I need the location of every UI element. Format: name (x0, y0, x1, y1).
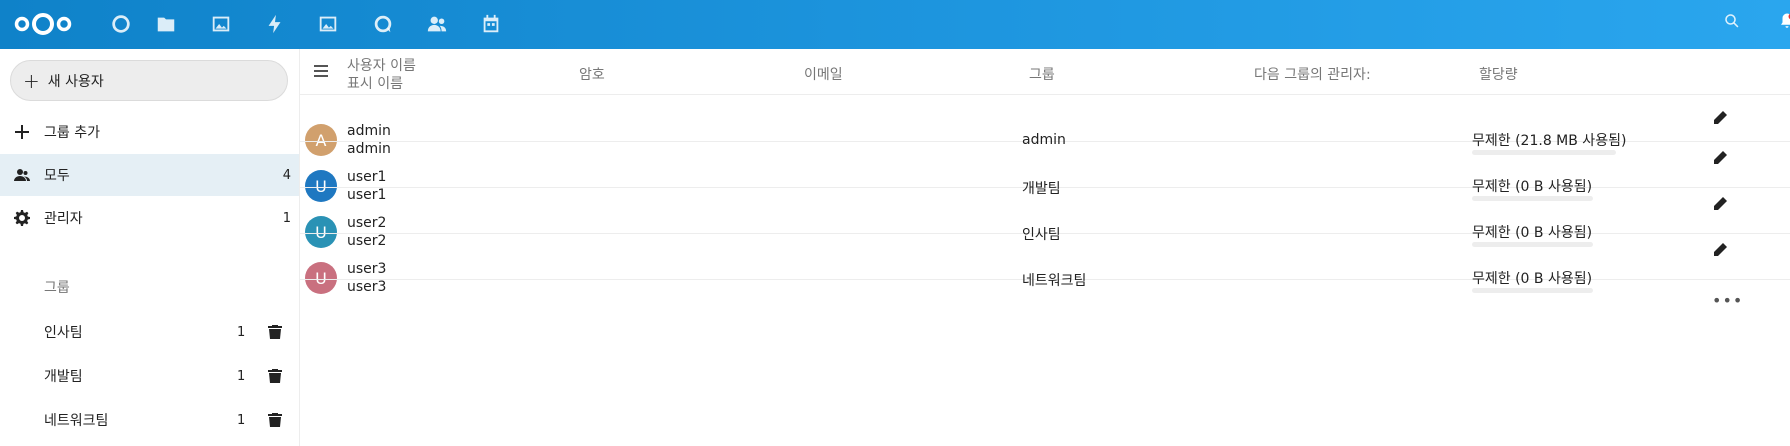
user-group: 인사팀 (1022, 227, 1061, 243)
sidebar-item-label: 모두 (44, 168, 70, 184)
calendar-icon[interactable] (479, 12, 503, 36)
add-group-item[interactable]: 그룹 추가 (0, 111, 299, 153)
top-header (0, 0, 1790, 49)
notifications-icon[interactable] (1778, 12, 1790, 36)
username: user1 (347, 169, 387, 185)
group-label: 인사팀 (44, 325, 83, 341)
avatar: U (305, 262, 337, 294)
users-table: 사용자 이름 표시 이름 암호 이메일 그룹 다음 그룹의 관리자: 할당량 A… (300, 49, 1790, 446)
quota-bar (1472, 288, 1593, 293)
search-icon[interactable] (1723, 12, 1747, 36)
username: user3 (347, 261, 387, 277)
user-count: 4 (282, 167, 291, 183)
groups-caption: 그룹 (44, 280, 70, 296)
trash-icon[interactable] (268, 325, 282, 339)
user-group: 개발팀 (1022, 181, 1061, 197)
group-count: 1 (237, 324, 246, 340)
dashboard-icon[interactable] (109, 12, 133, 36)
edit-icon[interactable] (1712, 196, 1728, 212)
trash-icon[interactable] (268, 413, 282, 427)
col-username: 사용자 이름 (347, 58, 416, 74)
displayname: user3 (347, 279, 387, 295)
users-icon (14, 167, 30, 183)
sidebar-item-group[interactable]: 인사팀 1 (0, 311, 299, 353)
group-count: 1 (237, 412, 246, 428)
avatar: A (305, 124, 337, 156)
quota-bar (1472, 242, 1593, 247)
avatar: U (305, 170, 337, 202)
user-group: admin (1022, 132, 1066, 148)
sidebar-item-label: 관리자 (44, 211, 83, 227)
more-options-icon[interactable]: ••• (1712, 293, 1743, 309)
files-icon[interactable] (154, 12, 178, 36)
group-count: 1 (237, 368, 246, 384)
table-header: 사용자 이름 표시 이름 암호 이메일 그룹 다음 그룹의 관리자: 할당량 (300, 49, 1790, 95)
activity-icon[interactable] (263, 12, 287, 36)
sidebar: + 새 사용자 그룹 추가 모두 4 관리자 1 그룹 인사팀 1 개발팀 1 (0, 49, 300, 446)
quota-text: 무제한 (0 B 사용됨) (1472, 179, 1593, 195)
edit-icon[interactable] (1712, 242, 1728, 258)
nextcloud-logo-icon[interactable] (12, 11, 74, 37)
quota-bar (1472, 196, 1593, 201)
displayname: user2 (347, 233, 387, 249)
new-user-label: 새 사용자 (47, 73, 104, 90)
sidebar-item-everyone[interactable]: 모두 4 (0, 154, 299, 196)
menu-icon[interactable] (314, 65, 328, 77)
table-row: U user2 user2 인사팀 무제한 (0 B 사용됨) (300, 215, 1790, 262)
quota-text: 무제한 (0 B 사용됨) (1472, 271, 1593, 287)
gallery-icon[interactable] (316, 12, 340, 36)
sidebar-item-admins[interactable]: 관리자 1 (0, 197, 299, 239)
username: user2 (347, 215, 387, 231)
table-row: U user3 user3 네트워크팀 무제한 (0 B 사용됨) (300, 261, 1790, 308)
group-label: 개발팀 (44, 369, 83, 385)
quota-bar (1472, 150, 1616, 155)
new-user-button[interactable]: + 새 사용자 (10, 60, 288, 101)
displayname: user1 (347, 187, 387, 203)
add-group-label: 그룹 추가 (44, 125, 100, 141)
displayname: admin (347, 141, 391, 157)
edit-icon[interactable] (1712, 150, 1728, 166)
col-displayname: 표시 이름 (347, 76, 403, 92)
talk-icon[interactable] (371, 12, 395, 36)
group-label: 네트워크팀 (44, 413, 109, 429)
admin-gear-icon (14, 210, 30, 226)
col-groups: 그룹 (1029, 67, 1055, 83)
table-row: A admin admin admin 무제한 (21.8 MB 사용됨) (300, 123, 1790, 170)
contacts-icon[interactable] (425, 12, 449, 36)
quota-text: 무제한 (0 B 사용됨) (1472, 225, 1593, 241)
col-subadmin: 다음 그룹의 관리자: (1254, 67, 1371, 83)
col-password: 암호 (579, 67, 605, 83)
username: admin (347, 123, 391, 139)
col-email: 이메일 (804, 67, 843, 83)
avatar: U (305, 216, 337, 248)
photos-icon[interactable] (209, 12, 233, 36)
plus-icon (14, 124, 30, 140)
admin-count: 1 (282, 210, 291, 226)
quota-text: 무제한 (21.8 MB 사용됨) (1472, 133, 1627, 149)
plus-icon: + (23, 68, 40, 93)
col-quota: 할당량 (1479, 67, 1518, 83)
table-row: U user1 user1 개발팀 무제한 (0 B 사용됨) (300, 169, 1790, 216)
trash-icon[interactable] (268, 369, 282, 383)
sidebar-item-group[interactable]: 네트워크팀 1 (0, 399, 299, 441)
user-group: 네트워크팀 (1022, 273, 1087, 289)
sidebar-item-group[interactable]: 개발팀 1 (0, 355, 299, 397)
